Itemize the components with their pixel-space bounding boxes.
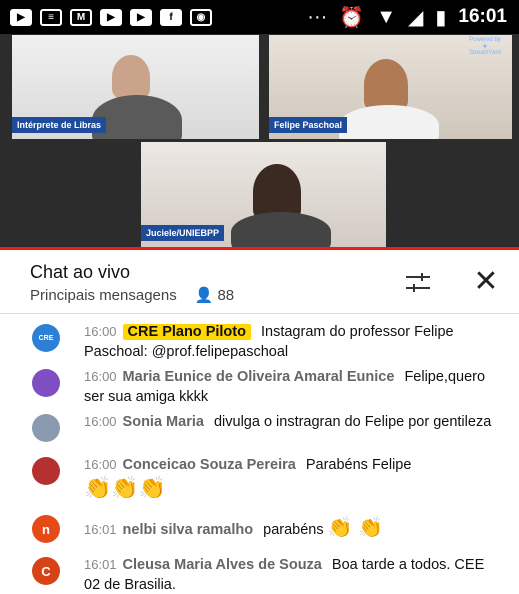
youtube-icon: ▶ (10, 8, 32, 26)
avatar[interactable]: C (32, 557, 60, 585)
message-author[interactable]: CRE Plano Piloto (122, 324, 251, 340)
status-bar: ▶ ≡ M ▶ ▶ f ◉ ··· ⏰ ▼ ◢ ▮ 16:01 (0, 0, 519, 34)
tile-label: Intérprete de Libras (12, 117, 107, 133)
youtube-icon: ▶ (130, 8, 152, 26)
message-text: divulga o instragran do Felipe por genti… (213, 414, 492, 430)
close-icon: ✕ (473, 265, 499, 298)
person-body (231, 212, 331, 247)
youtube-icon: ▶ (100, 8, 122, 26)
message-time: 16:00 (84, 369, 117, 384)
message-author[interactable]: nelbi silva ramalho (123, 522, 254, 538)
close-button[interactable]: ✕ (469, 265, 503, 299)
chat-filter-label[interactable]: Principais mensagens (30, 287, 177, 304)
message-author[interactable]: Conceicao Souza Pereira (123, 457, 296, 473)
wifi-icon: ▼ (376, 5, 396, 28)
message-time: 16:00 (84, 324, 117, 339)
person-interpreter (112, 55, 150, 99)
video-tile-juciele: Juciele/UNIEBPP (141, 142, 386, 247)
message-text: parabéns (263, 522, 324, 538)
avatar[interactable]: CRE (32, 324, 60, 352)
chat-title: Chat ao vivo (30, 262, 131, 282)
message-text: Parabéns Felipe (305, 457, 412, 473)
chat-filter-row[interactable]: Principais mensagens 👤 88 (30, 286, 235, 305)
game-icon: ◉ (190, 8, 212, 26)
gmail-icon: M (70, 8, 92, 26)
video-tile-felipe: Powered by ● StreamYard Felipe Paschoal (269, 35, 512, 139)
video-player[interactable]: Intérprete de Libras Powered by ● Stream… (0, 34, 519, 250)
clock: 16:01 (458, 6, 507, 27)
battery-icon: ▮ (435, 6, 447, 29)
message-author[interactable]: Cleusa Maria Alves de Souza (123, 557, 322, 573)
alarm-icon: ⏰ (339, 6, 365, 29)
streamyard-logo: Powered by ● StreamYard (469, 37, 501, 56)
chat-message-list[interactable]: CRE 16:00 CRE Plano Piloto Instagram do p… (0, 315, 519, 594)
avatar[interactable]: n (32, 515, 60, 543)
viewer-count: 👤 88 (194, 286, 235, 305)
sliders-icon (406, 273, 430, 292)
tile-label: Felipe Paschoal (269, 117, 348, 133)
clapping-hands-emoji: 👏 👏 (327, 517, 384, 539)
message-time: 16:01 (84, 522, 117, 537)
message-time: 16:00 (84, 457, 117, 472)
clapping-hands-emoji: 👏👏👏 (84, 475, 167, 500)
notification-icons: ▶ ≡ M ▶ ▶ f ◉ (10, 8, 212, 26)
tile-label: Juciele/UNIEBPP (141, 225, 225, 241)
avatar[interactable] (32, 369, 60, 397)
message-author[interactable]: Maria Eunice de Oliveira Amaral Eunice (123, 369, 395, 385)
message-time: 16:00 (84, 414, 117, 429)
status-right: ··· ⏰ ▼ ◢ ▮ 16:01 (307, 0, 507, 34)
person-icon: 👤 (194, 287, 214, 304)
message-author[interactable]: Sonia Maria (123, 414, 204, 430)
filter-settings-button[interactable] (403, 268, 433, 298)
video-tile-interpreter: Intérprete de Libras (12, 35, 259, 139)
avatar[interactable] (32, 457, 60, 485)
message-time: 16:01 (84, 557, 117, 572)
more-dots: ··· (307, 5, 328, 28)
person-body (339, 105, 439, 139)
news-icon: ≡ (40, 8, 62, 26)
person-felipe (364, 59, 408, 111)
chat-header: Chat ao vivo Principais mensagens 👤 88 ✕ (0, 250, 519, 314)
facebook-icon: f (160, 8, 182, 26)
avatar[interactable] (32, 414, 60, 442)
signal-icon: ◢ (407, 6, 424, 29)
